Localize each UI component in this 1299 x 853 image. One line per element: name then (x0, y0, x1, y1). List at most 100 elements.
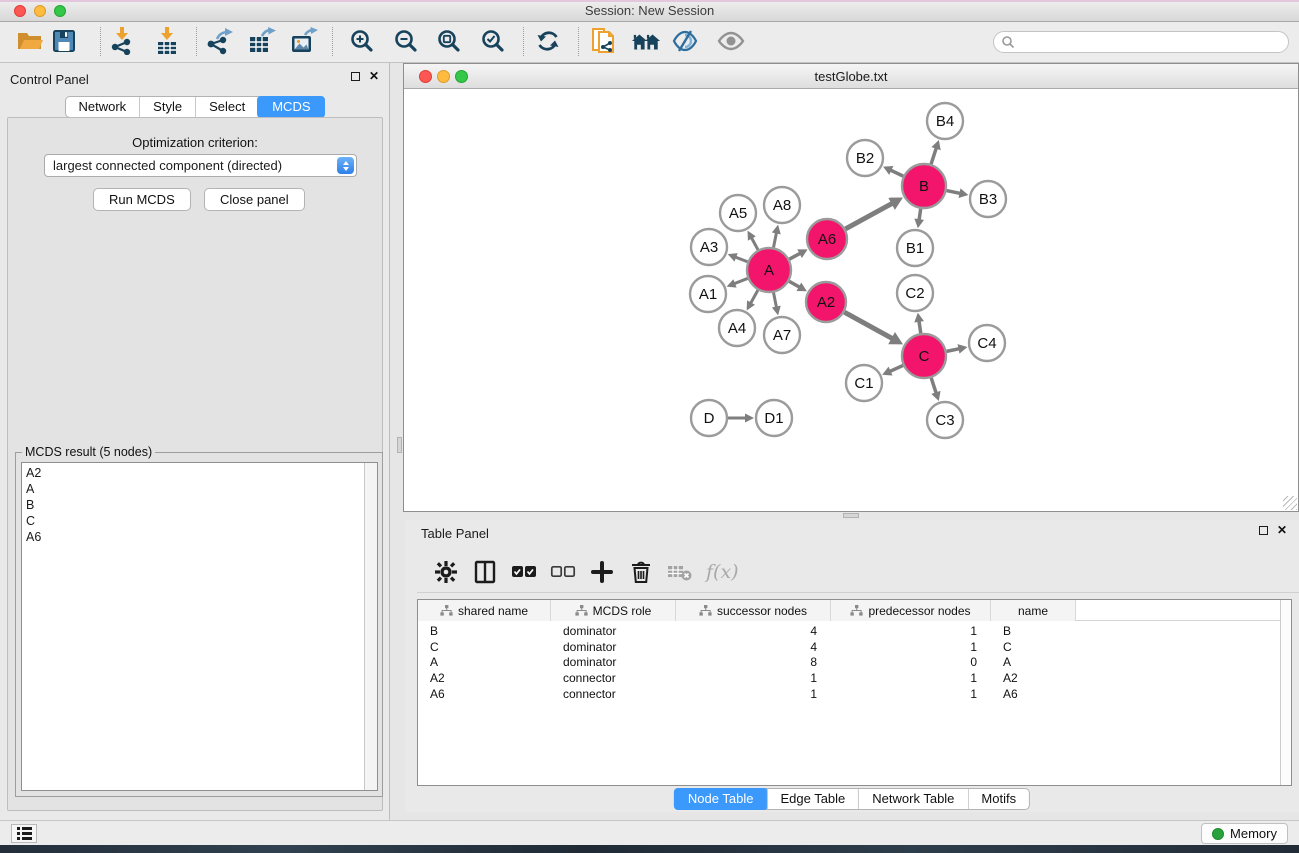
edge-C-C3[interactable] (931, 378, 936, 393)
cell-predecessor-nodes[interactable]: 1 (831, 687, 991, 701)
cell-MCDS-role[interactable]: dominator (551, 624, 676, 638)
cell-successor-nodes[interactable]: 1 (676, 687, 831, 701)
duplicate-network-icon[interactable] (589, 25, 619, 57)
table-row[interactable]: A6connector11A6 (418, 686, 1291, 702)
close-window-button[interactable] (14, 5, 26, 17)
tab-select[interactable]: Select (195, 97, 258, 117)
home-layout-icon[interactable] (631, 25, 661, 57)
float-table-panel-icon[interactable] (1259, 526, 1268, 535)
horizontal-splitter-grip[interactable] (843, 513, 859, 518)
export-network-icon[interactable] (205, 25, 235, 57)
cell-name[interactable]: A (991, 655, 1076, 669)
cell-name[interactable]: C (991, 640, 1076, 654)
close-network-button[interactable] (419, 70, 432, 83)
maximize-network-button[interactable] (455, 70, 468, 83)
zoom-fit-icon[interactable] (434, 25, 464, 57)
mcds-result-item[interactable]: A2 (22, 465, 364, 481)
table-row[interactable]: Bdominator41B (418, 623, 1291, 639)
mcds-list-scrollbar[interactable] (364, 463, 377, 790)
window-resize-grip[interactable] (1283, 496, 1297, 510)
zoom-out-icon[interactable] (391, 25, 421, 57)
cell-shared-name[interactable]: A (418, 655, 551, 669)
cell-successor-nodes[interactable]: 4 (676, 624, 831, 638)
close-table-panel-icon[interactable]: ✕ (1277, 526, 1287, 535)
close-panel-icon[interactable]: ✕ (369, 72, 379, 81)
open-session-icon[interactable] (15, 25, 45, 57)
cell-name[interactable]: B (991, 624, 1076, 638)
table-tab-network-table[interactable]: Network Table (858, 789, 967, 809)
table-row[interactable]: Adominator80A (418, 655, 1291, 671)
cell-predecessor-nodes[interactable]: 1 (831, 640, 991, 654)
cell-successor-nodes[interactable]: 1 (676, 671, 831, 685)
cell-predecessor-nodes[interactable]: 0 (831, 655, 991, 669)
edge-A-A3[interactable] (735, 257, 747, 262)
edge-C-C1[interactable] (890, 365, 903, 371)
column-header-successor-nodes[interactable]: successor nodes (676, 600, 831, 621)
table-tab-motifs[interactable]: Motifs (967, 789, 1029, 809)
minimize-window-button[interactable] (34, 5, 46, 17)
delete-table-icon[interactable] (665, 557, 695, 587)
vertical-splitter-grip[interactable] (397, 437, 402, 453)
cell-shared-name[interactable]: A2 (418, 671, 551, 685)
table-settings-icon[interactable] (431, 557, 461, 587)
edge-A-A2[interactable] (789, 281, 800, 287)
edge-A2-C[interactable] (844, 312, 892, 338)
export-table-icon[interactable] (247, 25, 277, 57)
cell-shared-name[interactable]: C (418, 640, 551, 654)
function-builder-icon[interactable]: f(x) (706, 561, 739, 583)
refresh-layout-icon[interactable] (533, 25, 563, 57)
select-all-icon[interactable] (509, 557, 539, 587)
edge-A-A6[interactable] (789, 253, 800, 259)
run-mcds-button[interactable]: Run MCDS (93, 188, 191, 211)
edge-A-A1[interactable] (734, 278, 748, 283)
cell-successor-nodes[interactable]: 4 (676, 640, 831, 654)
cell-shared-name[interactable]: B (418, 624, 551, 638)
mcds-result-item[interactable]: A6 (22, 529, 364, 545)
cell-name[interactable]: A6 (991, 687, 1076, 701)
tab-style[interactable]: Style (139, 97, 195, 117)
table-scrollbar[interactable] (1280, 600, 1291, 785)
column-header-predecessor-nodes[interactable]: predecessor nodes (831, 600, 991, 621)
mcds-result-item[interactable]: C (22, 513, 364, 529)
cell-MCDS-role[interactable]: connector (551, 687, 676, 701)
edge-A-A8[interactable] (774, 232, 777, 247)
edge-A6-B[interactable] (845, 203, 892, 229)
cell-MCDS-role[interactable]: dominator (551, 655, 676, 669)
save-session-icon[interactable] (49, 25, 79, 57)
cell-shared-name[interactable]: A6 (418, 687, 551, 701)
close-panel-button[interactable]: Close panel (204, 188, 305, 211)
edge-B-B4[interactable] (931, 148, 936, 164)
toggle-style-icon[interactable] (670, 25, 700, 57)
zoom-in-icon[interactable] (347, 25, 377, 57)
edge-A-A7[interactable] (774, 293, 777, 308)
tab-network[interactable]: Network (65, 97, 139, 117)
edge-A-A5[interactable] (751, 238, 758, 250)
table-row[interactable]: A2connector11A2 (418, 670, 1291, 686)
column-header-shared-name[interactable]: shared name (418, 600, 551, 621)
criterion-dropdown[interactable]: largest connected component (directed) (44, 154, 357, 177)
minimize-network-button[interactable] (437, 70, 450, 83)
zoom-selected-icon[interactable] (478, 25, 508, 57)
maximize-window-button[interactable] (54, 5, 66, 17)
column-header-name[interactable]: name (991, 600, 1076, 621)
import-table-icon[interactable] (152, 25, 182, 57)
column-visibility-icon[interactable] (470, 557, 500, 587)
show-details-eye-icon[interactable] (716, 25, 746, 57)
cell-MCDS-role[interactable]: connector (551, 671, 676, 685)
edge-B-B1[interactable] (919, 209, 921, 220)
cell-successor-nodes[interactable]: 8 (676, 655, 831, 669)
cell-predecessor-nodes[interactable]: 1 (831, 624, 991, 638)
delete-column-icon[interactable] (626, 557, 656, 587)
task-history-button[interactable] (11, 824, 37, 843)
cell-MCDS-role[interactable]: dominator (551, 640, 676, 654)
edge-C-C2[interactable] (919, 321, 921, 333)
search-input[interactable] (1015, 33, 1288, 51)
table-tab-node-table[interactable]: Node Table (674, 788, 768, 810)
cell-name[interactable]: A2 (991, 671, 1076, 685)
add-column-icon[interactable] (587, 557, 617, 587)
table-row[interactable]: Cdominator41C (418, 639, 1291, 655)
search-box[interactable] (993, 31, 1289, 53)
memory-button[interactable]: Memory (1201, 823, 1288, 844)
edge-A-A4[interactable] (751, 290, 758, 303)
deselect-all-icon[interactable] (548, 557, 578, 587)
